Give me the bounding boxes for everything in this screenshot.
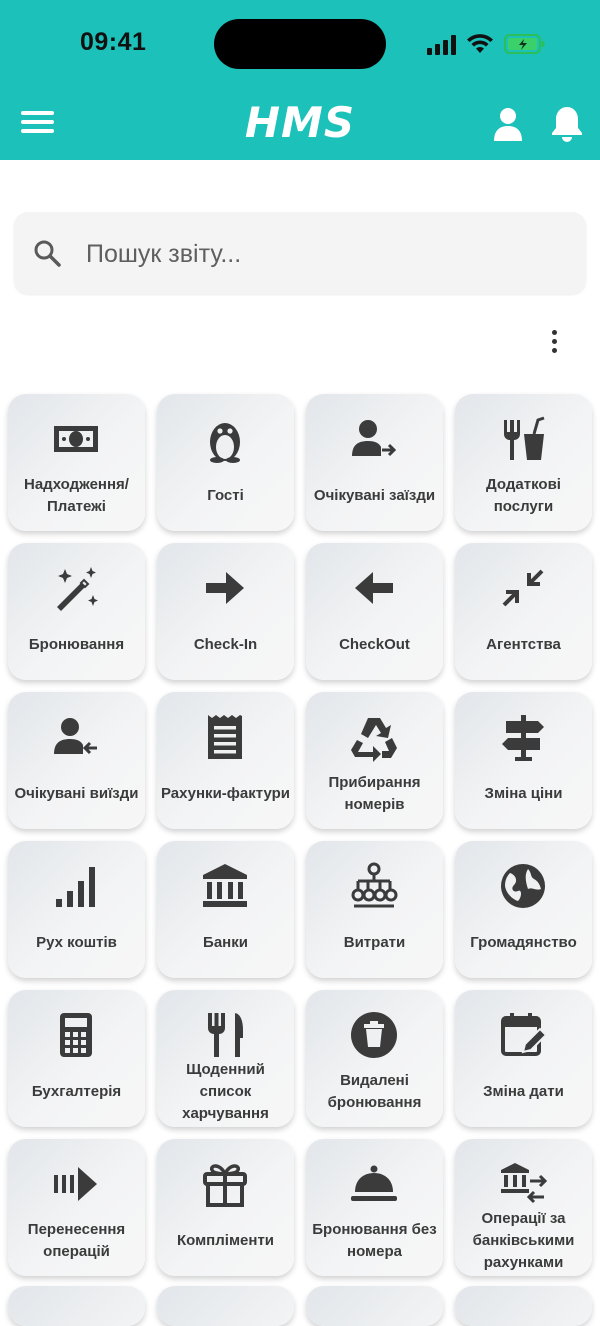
report-tile-label: Прибирання номерів	[328, 774, 421, 813]
report-tile-label: Гості	[207, 487, 244, 504]
user-profile-icon[interactable]	[490, 106, 526, 142]
report-tile-label: Рух коштів	[36, 934, 117, 951]
report-tile-label: Компліменти	[176, 1232, 275, 1249]
report-tile-label: Додаткові послуги	[486, 476, 561, 515]
report-tile[interactable]: Прибирання номерів	[306, 692, 443, 829]
user-arrow-out-icon	[51, 712, 101, 762]
utensils-icon	[200, 1010, 250, 1060]
search-input[interactable]	[84, 234, 568, 274]
bank-icon	[200, 861, 250, 911]
arrow-right-icon	[200, 563, 250, 613]
notifications-bell-icon[interactable]	[548, 104, 586, 142]
report-tile[interactable]: Рух коштів	[8, 841, 145, 978]
user-arrow-in-icon	[349, 414, 399, 464]
cellular-signal-icon	[427, 33, 456, 55]
trash-circle-icon	[349, 1010, 399, 1060]
report-tile-label: Зміна ціни	[484, 785, 563, 802]
app-bar: HMS	[0, 88, 600, 160]
report-tile[interactable]: Зміна дати	[455, 990, 592, 1127]
report-tile-label: Перенесення операцій	[27, 1221, 126, 1260]
battery-icon	[504, 34, 545, 54]
report-tile-label: Очікувані заїзди	[313, 487, 436, 504]
report-tile-label: Агентства	[486, 636, 561, 653]
report-tile-label: Бронювання без номера	[312, 1221, 437, 1260]
report-tile-label: Видалені бронювання	[327, 1072, 422, 1111]
status-bar: 09:41	[0, 0, 600, 88]
signal-bars-icon	[51, 861, 101, 911]
signpost-icon	[498, 712, 548, 762]
report-tile-partial[interactable]	[157, 1286, 294, 1326]
cloche-icon	[349, 1159, 399, 1209]
recycle-icon	[349, 712, 399, 762]
more-options-icon[interactable]	[540, 324, 568, 358]
report-tile-label: Банки	[203, 934, 248, 951]
arrow-left-icon	[349, 563, 399, 613]
report-tile[interactable]: Рахунки-фактури	[157, 692, 294, 829]
calendar-edit-icon	[498, 1010, 548, 1060]
report-tile-partial[interactable]	[455, 1286, 592, 1326]
status-icons	[427, 30, 546, 58]
report-tile-label: Рахунки-фактури	[160, 785, 291, 802]
bank-transfer-icon	[498, 1159, 548, 1209]
report-tile[interactable]: Бухгалтерія	[8, 990, 145, 1127]
calculator-icon	[51, 1010, 101, 1060]
magic-wand-icon	[51, 563, 101, 613]
report-tile[interactable]: Щоденний список харчування	[157, 990, 294, 1127]
report-grid: Надходження/ Платежі Гості Очікувані заїзд…	[8, 394, 600, 1276]
report-tile-label: Бухгалтерія	[31, 1083, 122, 1100]
report-tile[interactable]: Бронювання	[8, 543, 145, 680]
report-tile[interactable]: Check-In	[157, 543, 294, 680]
penguin-icon	[200, 414, 250, 464]
app-logo: HMS	[244, 98, 356, 147]
search-icon	[34, 240, 61, 267]
report-tile-label: Зміна дати	[483, 1083, 564, 1100]
report-tile-label: Бронювання	[28, 636, 125, 653]
transfer-arrow-icon	[51, 1159, 101, 1209]
report-tile[interactable]: CheckOut	[306, 543, 443, 680]
report-tile-label: Надходження/ Платежі	[24, 476, 129, 515]
report-tile-label: CheckOut	[339, 636, 410, 653]
report-tile[interactable]: Компліменти	[157, 1139, 294, 1276]
report-tile-partial[interactable]	[306, 1286, 443, 1326]
report-tile[interactable]: Додаткові послуги	[455, 394, 592, 531]
money-icon	[51, 414, 101, 464]
dynamic-island	[214, 19, 386, 69]
report-tile[interactable]: Бронювання без номера	[306, 1139, 443, 1276]
report-tile[interactable]: Гості	[157, 394, 294, 531]
report-tile[interactable]: Надходження/ Платежі	[8, 394, 145, 531]
hierarchy-icon	[349, 861, 399, 911]
report-tile[interactable]: Витрати	[306, 841, 443, 978]
search-bar[interactable]	[14, 212, 586, 294]
report-tile[interactable]: Зміна ціни	[455, 692, 592, 829]
hamburger-menu-icon[interactable]	[20, 106, 56, 142]
compress-icon	[498, 563, 548, 613]
report-tile-label: Щоденний список харчування	[182, 1061, 269, 1122]
food-drink-icon	[498, 414, 548, 464]
report-tile-label: Очікувані виїзди	[14, 785, 139, 802]
report-tile[interactable]: Очікувані виїзди	[8, 692, 145, 829]
report-tile-label: Громадянство	[470, 934, 577, 951]
report-tile-label: Операції за банківськими рахунками	[472, 1210, 575, 1271]
report-tile[interactable]: Перенесення операцій	[8, 1139, 145, 1276]
wifi-icon	[467, 34, 493, 53]
receipt-icon	[200, 712, 250, 762]
report-tile[interactable]: Видалені бронювання	[306, 990, 443, 1127]
status-time: 09:41	[80, 28, 147, 56]
report-tile-label: Check-In	[193, 636, 258, 653]
app-header: 09:41 HMS	[0, 0, 600, 160]
report-tile-partial[interactable]	[8, 1286, 145, 1326]
report-tile-label: Витрати	[343, 934, 406, 951]
report-tile[interactable]: Очікувані заїзди	[306, 394, 443, 531]
report-tile[interactable]: Агентства	[455, 543, 592, 680]
globe-icon	[498, 861, 548, 911]
report-tile[interactable]: Банки	[157, 841, 294, 978]
report-tile[interactable]: Громадянство	[455, 841, 592, 978]
gift-icon	[200, 1159, 250, 1209]
report-tile[interactable]: Операції за банківськими рахунками	[455, 1139, 592, 1276]
